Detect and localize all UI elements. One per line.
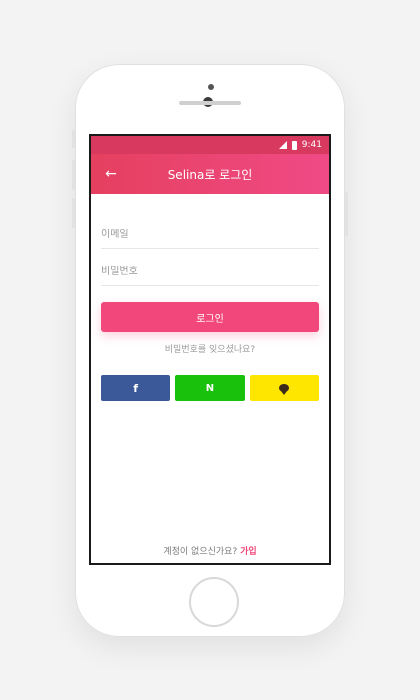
email-field-wrapper: [101, 212, 319, 249]
forgot-password-link[interactable]: 비밀번호를 잊으셨나요?: [91, 342, 329, 355]
status-time: 9:41: [301, 140, 322, 150]
password-field-wrapper: [101, 249, 319, 286]
password-field[interactable]: [101, 266, 319, 285]
power-button: [345, 192, 348, 236]
status-bar: 9:41: [91, 136, 329, 154]
volume-up-button: [72, 160, 75, 190]
naver-icon: N: [205, 382, 215, 394]
app-bar: ← Selina로 로그인: [91, 154, 329, 194]
signup-question: 계정이 없으신가요?: [163, 547, 241, 557]
sensor-dot: [208, 84, 214, 90]
battery-icon: [291, 140, 297, 150]
earpiece-speaker: [179, 101, 241, 105]
arrow-left-icon: ←: [105, 166, 117, 182]
naver-login-button[interactable]: N: [175, 375, 245, 401]
kakao-chat-icon: [279, 384, 290, 395]
login-button[interactable]: 로그인: [101, 302, 319, 332]
back-button[interactable]: ←: [101, 164, 121, 184]
signup-prompt: 계정이 없으신가요? 가입: [91, 544, 329, 557]
home-button[interactable]: [189, 577, 239, 627]
facebook-icon: f: [133, 381, 139, 395]
volume-down-button: [72, 198, 75, 228]
kakao-login-button[interactable]: [249, 375, 319, 401]
mute-switch: [72, 130, 75, 148]
signal-icon: [278, 141, 287, 149]
facebook-login-button[interactable]: f: [101, 375, 171, 401]
page-title: Selina로 로그인: [167, 167, 253, 182]
social-login-row: f N: [101, 375, 319, 401]
app-screen: 9:41 ← Selina로 로그인 로그인 비밀번호를 잊으셨나요? f N …: [89, 134, 331, 565]
signup-link[interactable]: 가입: [240, 547, 257, 557]
email-field[interactable]: [101, 229, 319, 248]
